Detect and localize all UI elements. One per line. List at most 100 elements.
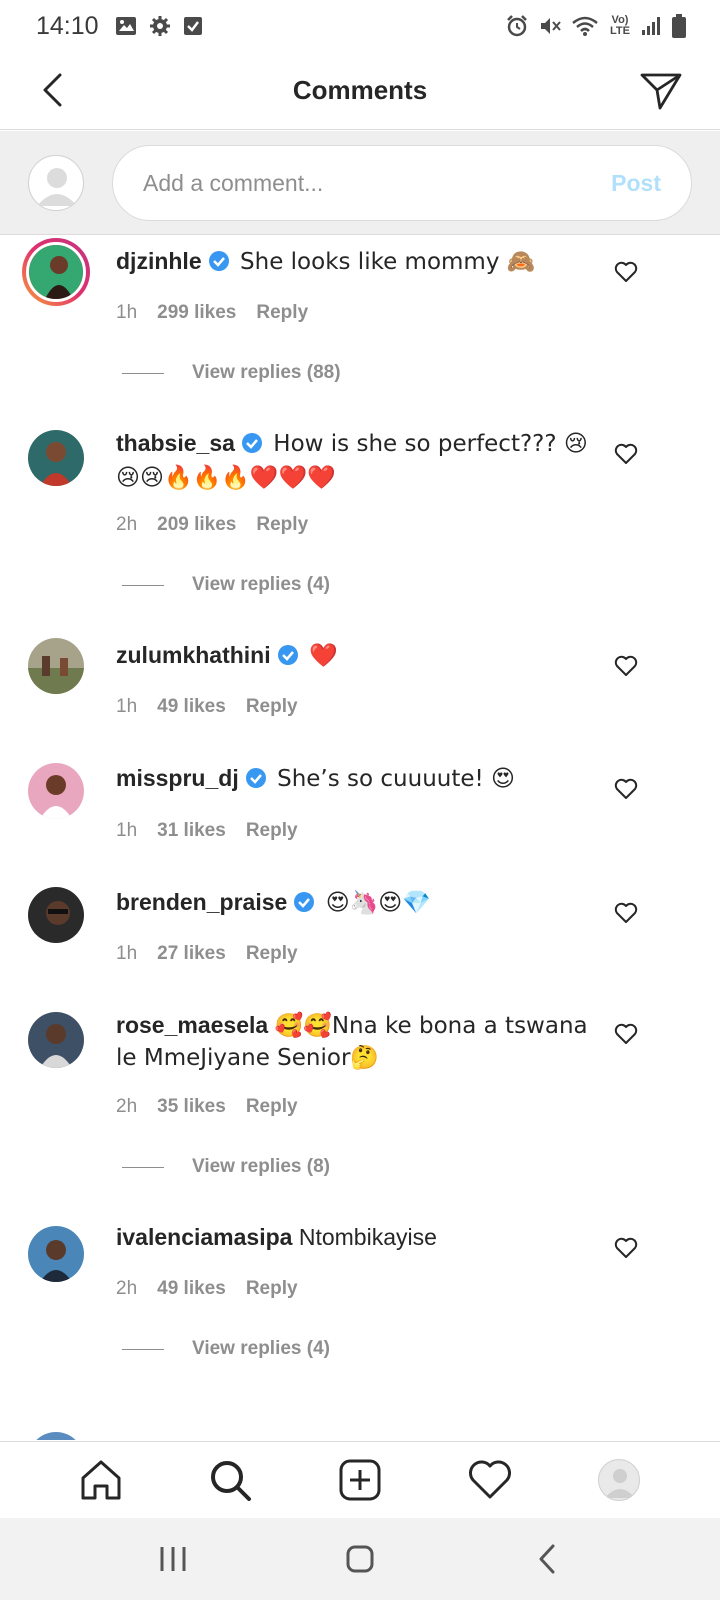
heart-icon — [614, 902, 638, 923]
status-right-icons: Vo) LTE — [505, 14, 686, 38]
comment-item: misspru_dj She’s so cuuuute! 😍 1h 31 lik… — [0, 763, 720, 863]
comment-username[interactable]: ivalenciamasipa — [116, 1224, 292, 1250]
nav-activity-button[interactable] — [462, 1452, 518, 1508]
comment-username[interactable]: djzinhle — [116, 248, 202, 274]
avatar[interactable] — [28, 887, 84, 943]
signal-icon — [641, 16, 663, 36]
view-replies-button[interactable]: View replies (4) — [122, 574, 330, 596]
comment-body: rose_maesela 🥰🥰Nna ke bona a tswana le M… — [116, 1010, 606, 1074]
comment-username[interactable]: zulumkhathini — [116, 642, 271, 668]
comment-item: rose_maesela 🥰🥰Nna ke bona a tswana le M… — [0, 1010, 720, 1190]
view-replies-button[interactable]: View replies (4) — [122, 1338, 330, 1360]
like-comment-button[interactable] — [612, 652, 640, 680]
avatar[interactable] — [28, 638, 84, 694]
comment-username[interactable]: thabsie_sa — [116, 430, 235, 456]
comment-text: ❤️ — [309, 643, 338, 669]
reply-button[interactable]: Reply — [246, 1278, 298, 1300]
comment-likes[interactable]: 35 likes — [157, 1096, 226, 1118]
avatar[interactable] — [28, 1226, 84, 1282]
comment-username[interactable]: brenden_praise — [116, 889, 287, 915]
like-comment-button[interactable] — [612, 775, 640, 803]
verified-badge-icon — [245, 766, 267, 797]
comment-time: 1h — [116, 820, 138, 841]
like-comment-button[interactable] — [612, 440, 640, 468]
comments-list[interactable]: djzinhle She looks like mommy 🙈 1h 299 l… — [0, 236, 720, 1440]
avatar[interactable] — [28, 1012, 84, 1068]
comment-input[interactable] — [143, 169, 612, 197]
heart-icon — [614, 655, 638, 676]
comment-likes[interactable]: 49 likes — [157, 1278, 226, 1300]
comment-username[interactable]: misspru_dj — [116, 765, 239, 791]
view-replies-button[interactable]: View replies (88) — [122, 362, 341, 384]
comment-likes[interactable]: 27 likes — [157, 943, 226, 965]
comment-meta: 1h 27 likes Reply — [116, 943, 298, 965]
replies-divider — [122, 584, 164, 586]
comment-composer: Post — [0, 131, 720, 235]
comment-time: 2h — [116, 514, 138, 535]
replies-divider — [122, 1166, 164, 1168]
reply-button[interactable]: Reply — [246, 696, 298, 718]
current-user-avatar — [28, 155, 84, 211]
reply-button[interactable]: Reply — [246, 820, 298, 842]
volte-icon: Vo) LTE — [610, 14, 630, 37]
view-replies-label: View replies (4) — [192, 574, 330, 595]
like-comment-button[interactable] — [612, 1020, 640, 1048]
checkbox-icon — [183, 16, 203, 36]
comment-text: She’s so cuuuute! 😍 — [277, 766, 516, 792]
post-button[interactable]: Post — [611, 170, 661, 197]
comment-time: 1h — [116, 696, 138, 717]
home-icon — [81, 1460, 121, 1500]
comment-meta: 2h 49 likes Reply — [116, 1278, 298, 1300]
reply-button[interactable]: Reply — [246, 1096, 298, 1118]
comment-likes[interactable]: 31 likes — [157, 820, 226, 842]
comment-body: brenden_praise 😍🦄😍💎 — [116, 887, 606, 921]
bottom-nav — [0, 1441, 720, 1518]
view-replies-button[interactable]: View replies (8) — [122, 1156, 330, 1178]
nav-home-button[interactable] — [73, 1452, 129, 1508]
like-comment-button[interactable] — [612, 258, 640, 286]
avatar[interactable] — [28, 430, 84, 486]
share-direct-button[interactable] — [638, 68, 684, 114]
image-icon — [115, 16, 137, 36]
alarm-icon — [505, 14, 529, 38]
heart-icon — [614, 1237, 638, 1258]
verified-badge-icon — [277, 643, 299, 674]
heart-icon — [614, 1023, 638, 1044]
activity-heart-icon — [468, 1460, 511, 1499]
verified-badge-icon — [293, 890, 315, 921]
nav-new-post-button[interactable] — [332, 1452, 388, 1508]
comment-username[interactable]: rose_maesela — [116, 1012, 268, 1038]
system-home-button[interactable] — [332, 1531, 388, 1587]
comment-body: zulumkhathini ❤️ — [116, 640, 606, 674]
verified-badge-icon — [208, 249, 230, 280]
system-nav-bar — [0, 1518, 720, 1600]
view-replies-label: View replies (8) — [192, 1156, 330, 1177]
status-bar: 14:10 Vo) LTE — [0, 0, 720, 52]
comment-item: djzinhle She looks like mommy 🙈 1h 299 l… — [0, 236, 720, 406]
comment-item: brenden_praise 😍🦄😍💎 1h 27 likes Reply — [0, 887, 720, 987]
back-button[interactable] — [32, 70, 72, 110]
reply-button[interactable]: Reply — [256, 302, 308, 324]
avatar[interactable] — [28, 763, 84, 819]
comment-body: misspru_dj She’s so cuuuute! 😍 — [116, 763, 606, 797]
avatar[interactable] — [28, 1432, 84, 1440]
replies-divider — [122, 372, 164, 374]
reply-button[interactable]: Reply — [246, 943, 298, 965]
system-back-button[interactable] — [519, 1531, 575, 1587]
nav-search-button[interactable] — [202, 1452, 258, 1508]
system-recents-button[interactable] — [145, 1531, 201, 1587]
comment-meta: 2h 209 likes Reply — [116, 514, 308, 536]
like-comment-button[interactable] — [612, 899, 640, 927]
avatar[interactable] — [22, 238, 90, 306]
comment-likes[interactable]: 49 likes — [157, 696, 226, 718]
search-icon — [211, 1461, 252, 1501]
heart-icon — [614, 778, 638, 799]
comment-likes[interactable]: 209 likes — [157, 514, 236, 536]
like-comment-button[interactable] — [612, 1234, 640, 1262]
comment-body: thabsie_sa How is she so perfect??? 😢😢😢🔥… — [116, 428, 606, 494]
mute-icon — [538, 14, 562, 38]
reply-button[interactable]: Reply — [256, 514, 308, 536]
comment-likes[interactable]: 299 likes — [157, 302, 236, 324]
comment-time: 1h — [116, 943, 138, 964]
nav-profile-button[interactable] — [591, 1452, 647, 1508]
